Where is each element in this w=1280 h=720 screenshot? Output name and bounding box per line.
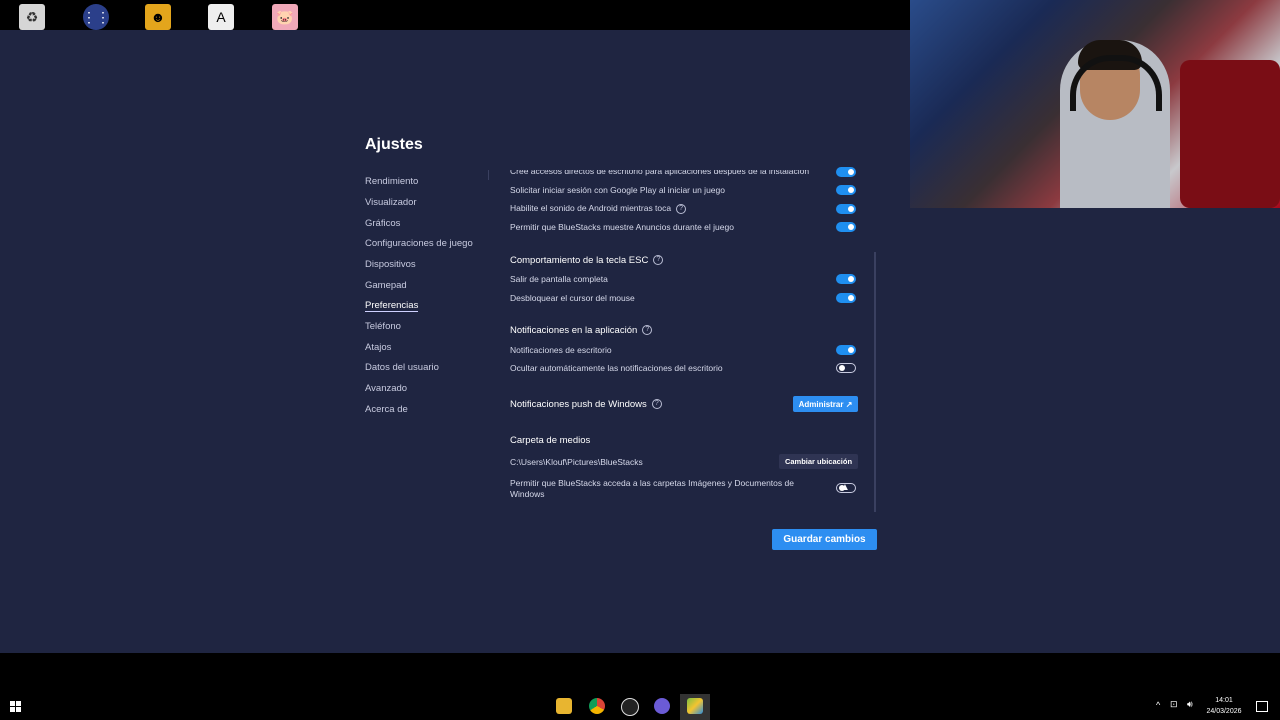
- notifications-section-header: Notificaciones en la aplicación?: [510, 325, 653, 336]
- nav-item-visualizador[interactable]: Visualizador: [365, 197, 417, 208]
- change-location-button[interactable]: Cambiar ubicación: [779, 454, 858, 469]
- nav-item-datos-usuario[interactable]: Datos del usuario: [365, 362, 439, 373]
- desktop-notifications-row-label: Notificaciones de escritorio: [510, 345, 612, 355]
- volume-icon[interactable]: 🔊︎: [1187, 699, 1193, 710]
- exit-fullscreen-row-label: Salir de pantalla completa: [510, 274, 608, 284]
- recycle-bin-icon[interactable]: ♻: [19, 4, 45, 30]
- webcam-overlay: [910, 0, 1280, 208]
- unlock-cursor-row-label: Desbloquear el cursor del mouse: [510, 293, 635, 303]
- discord-icon[interactable]: [654, 698, 670, 714]
- pig-app-icon[interactable]: 🐷: [272, 4, 298, 30]
- unlock-cursor-toggle[interactable]: [836, 293, 856, 303]
- media-folder-path: C:\Users\Klouf\Pictures\BlueStacks: [510, 457, 643, 467]
- bottom-letterbox: [0, 653, 1280, 693]
- help-icon[interactable]: ?: [651, 399, 662, 410]
- mouse-cursor-icon: ▲: [840, 482, 850, 493]
- manage-button[interactable]: Administrar ↗: [793, 396, 858, 412]
- nav-item-dispositivos[interactable]: Dispositivos: [365, 259, 416, 270]
- nav-item-preferencias[interactable]: Preferencias: [365, 300, 419, 312]
- google-play-toggle[interactable]: [836, 185, 856, 195]
- gaming-chair: [1180, 60, 1280, 208]
- app-grid-icon[interactable]: ⋮⋮: [82, 4, 110, 30]
- taskbar-date[interactable]: 24/03/2026: [1201, 708, 1247, 715]
- android-sound-toggle[interactable]: [836, 204, 856, 214]
- panel-divider: [488, 170, 489, 180]
- obs-icon[interactable]: [621, 698, 639, 716]
- nav-item-rendimiento[interactable]: Rendimiento: [365, 176, 418, 187]
- windows-taskbar: [0, 693, 1280, 720]
- ads-toggle[interactable]: [836, 222, 856, 232]
- exit-fullscreen-toggle[interactable]: [836, 274, 856, 284]
- nav-item-telefono[interactable]: Teléfono: [365, 321, 401, 332]
- help-icon[interactable]: ?: [676, 203, 687, 214]
- game-app-icon[interactable]: ☻: [145, 4, 171, 30]
- taskbar-time[interactable]: 14:01: [1203, 697, 1245, 704]
- nav-item-atajos[interactable]: Atajos: [365, 342, 391, 353]
- google-play-row-label: Solicitar iniciar sesión con Google Play…: [510, 185, 725, 195]
- file-explorer-icon[interactable]: [556, 698, 572, 714]
- nav-item-configuraciones[interactable]: Configuraciones de juego: [365, 238, 473, 249]
- push-section-header: Notificaciones push de Windows?: [510, 399, 662, 410]
- shortcut-app-icon[interactable]: A: [208, 4, 234, 30]
- help-icon[interactable]: ?: [653, 255, 664, 266]
- nav-item-graficos[interactable]: Gráficos: [365, 218, 400, 229]
- shortcut-toggle[interactable]: [836, 167, 856, 177]
- desktop-notifications-toggle[interactable]: [836, 345, 856, 355]
- bluestacks-icon[interactable]: [687, 698, 703, 714]
- android-sound-row: Habilite el sonido de Android mientras t…: [510, 203, 687, 214]
- allow-folders-row-label: Permitir que BlueStacks acceda a las car…: [510, 478, 794, 499]
- ads-row-label: Permitir que BlueStacks muestre Anuncios…: [510, 222, 734, 232]
- save-changes-button[interactable]: Guardar cambios: [772, 529, 877, 550]
- media-folder-header: Carpeta de medios: [510, 435, 591, 446]
- esc-section-header: Comportamiento de la tecla ESC?: [510, 255, 664, 266]
- hide-notifications-toggle[interactable]: [836, 363, 856, 373]
- nav-item-acerca-de[interactable]: Acerca de: [365, 404, 408, 415]
- settings-scrollbar[interactable]: [874, 252, 876, 512]
- tray-chevron-icon[interactable]: ^: [1156, 700, 1160, 710]
- nav-item-avanzado[interactable]: Avanzado: [365, 383, 407, 394]
- help-icon[interactable]: ?: [642, 325, 653, 336]
- chrome-icon[interactable]: [589, 698, 605, 714]
- hide-notifications-row-label: Ocultar automáticamente las notificacion…: [510, 363, 723, 373]
- windows-start-icon[interactable]: [10, 701, 21, 712]
- network-icon[interactable]: ⊡: [1170, 699, 1178, 710]
- nav-item-gamepad[interactable]: Gamepad: [365, 280, 407, 291]
- notification-center-icon[interactable]: [1256, 701, 1268, 712]
- settings-title: Ajustes: [365, 136, 423, 153]
